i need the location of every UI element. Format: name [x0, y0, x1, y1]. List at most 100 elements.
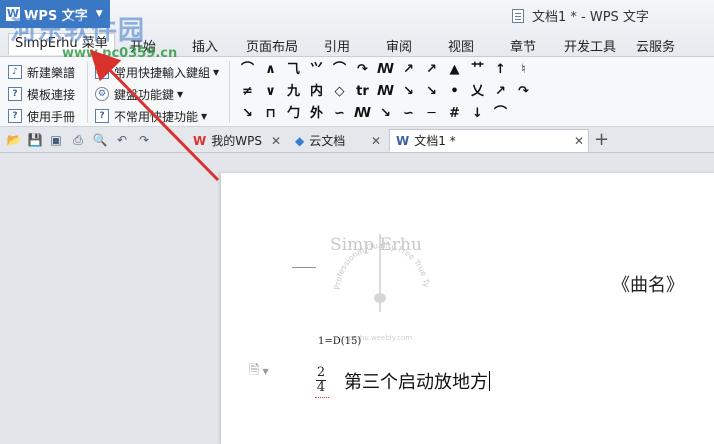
menu-tab-start[interactable]: 开始 [130, 36, 156, 55]
symbol-button[interactable]: ↷ [351, 59, 374, 81]
symbol-palette: ⌒ ∧ ⺄⺍ ⌒ ↷ ꟿ ↗ ↗ ▲ ⺿ ↑ ♮ ≠ ∨ 九内 ◇ tr ꟿ ↘ ↘ • 乂 ↗ ↷ ↘ ⊓ 勹外 ∽ ꟿ ↘ ∽ ─ # ↓ ⌒ [236, 59, 535, 125]
tab-label: 文档1 * [414, 134, 456, 148]
menu-tab-view[interactable]: 视图 [448, 36, 474, 55]
margin-marker [292, 267, 316, 268]
menu-tab-review[interactable]: 审阅 [386, 36, 412, 55]
symbol-button[interactable]: ∨ [259, 81, 282, 103]
gear-icon: ⚙ [95, 87, 109, 101]
redo-icon[interactable]: ↷ [136, 132, 152, 148]
symbol-button[interactable]: ↘ [397, 81, 420, 103]
new-score-label: 新建樂譜 [27, 65, 76, 80]
symbol-button[interactable]: ─ [420, 103, 443, 125]
symbol-button[interactable]: ꟿ [351, 103, 374, 125]
chevron-down-icon: ▼ [213, 67, 220, 77]
paragraph-options-icon[interactable]: 🗎 ▼ [249, 361, 269, 383]
chevron-down-icon: ▼ [201, 111, 208, 121]
keyboard-icon: ⌨ [95, 65, 109, 79]
symbol-button[interactable]: ≠ [236, 81, 259, 103]
symbol-button[interactable]: ∽ [397, 103, 420, 125]
ribbon-divider [229, 61, 230, 123]
menu-tab-insert[interactable]: 插入 [192, 36, 218, 55]
close-icon[interactable]: ✕ [574, 134, 584, 148]
title-bar: W WPS 文字 ▼ 文档1 * - WPS 文字 SimpErhu 菜单 开始… [0, 0, 714, 61]
symbol-button[interactable]: ↷ [512, 81, 535, 103]
symbol-button[interactable]: ♮ [512, 59, 535, 81]
print-preview-icon[interactable]: 🔍 [92, 132, 108, 148]
menu-tab-cloud[interactable]: 云服务 [636, 36, 675, 55]
help-icon: ? [95, 109, 109, 123]
document-text-line[interactable]: 第三个启动放地方 [344, 368, 490, 394]
symbol-button[interactable]: 勹 [282, 103, 305, 125]
tab-my-wps[interactable]: W 我的WPS ✕ [187, 129, 285, 152]
new-score-icon: ♪ [8, 65, 22, 79]
uncommon-shortcut-dropdown[interactable]: ? 不常用快捷功能 ▼ [95, 106, 207, 126]
symbol-button[interactable]: ↘ [374, 103, 397, 125]
ribbon-divider [87, 61, 88, 123]
open-folder-icon[interactable]: 📂 [6, 132, 22, 148]
symbol-button[interactable]: tr [351, 81, 374, 103]
symbol-button[interactable]: ⊓ [259, 103, 282, 125]
cloud-doc-icon: ◆ [295, 133, 305, 148]
user-manual-button[interactable]: ? 使用手冊 [8, 106, 75, 126]
document-page[interactable] [221, 173, 714, 444]
symbol-button[interactable]: ꟿ [374, 59, 397, 81]
window-title: 文档1 * - WPS 文字 [512, 6, 649, 25]
undo-icon[interactable]: ↶ [114, 132, 130, 148]
time-signature-bottom: 4 [316, 380, 326, 395]
document-icon: W [396, 133, 410, 148]
symbol-button[interactable]: ↗ [489, 81, 512, 103]
symbol-button[interactable]: ⌒ [328, 59, 351, 81]
menu-tab-developer[interactable]: 开发工具 [564, 36, 616, 55]
window-title-text: 文档1 * - WPS 文字 [532, 10, 649, 25]
user-manual-label: 使用手冊 [27, 109, 76, 124]
key-function-dropdown[interactable]: ⚙ 鍵盤功能鍵 ▼ [95, 84, 183, 104]
symbol-button[interactable]: 内 [305, 81, 328, 103]
symbol-button[interactable]: ∽ [328, 103, 351, 125]
symbol-button[interactable]: • [443, 81, 466, 103]
print-icon[interactable]: ⎙ [70, 132, 86, 148]
symbol-button[interactable]: ◇ [328, 81, 351, 103]
uncommon-shortcut-label: 不常用快捷功能 [114, 109, 199, 124]
ribbon: ♪ 新建樂譜 ? 模板連接 ? 使用手冊 ⌨ 常用快捷輸入鍵組 ▼ ⚙ 鍵盤功能… [0, 57, 714, 127]
add-tab-button[interactable]: + [594, 129, 609, 151]
symbol-button[interactable]: ⺄ [282, 59, 305, 81]
symbol-button[interactable]: ↘ [420, 81, 443, 103]
symbol-button[interactable]: ↗ [420, 59, 443, 81]
menu-tab-chapter[interactable]: 章节 [510, 36, 536, 55]
symbol-button[interactable]: 九 [282, 81, 305, 103]
symbol-button[interactable]: ▲ [443, 59, 466, 81]
time-signature: 2 4 [315, 366, 329, 398]
wps-menu-label: WPS 文字 [24, 8, 88, 24]
symbol-button[interactable]: ⺍ [305, 59, 328, 81]
symbol-button[interactable]: ⌒ [236, 59, 259, 81]
document-text: 第三个启动放地方 [344, 372, 488, 393]
symbol-button[interactable]: ↗ [397, 59, 420, 81]
symbol-button[interactable]: 外 [305, 103, 328, 125]
symbol-button[interactable]: 乂 [466, 81, 489, 103]
wps-menu-button[interactable]: W WPS 文字 ▼ [0, 0, 110, 28]
save-icon[interactable]: 💾 [27, 132, 43, 148]
symbol-button[interactable]: ꟿ [374, 81, 397, 103]
close-icon[interactable]: ✕ [271, 134, 281, 148]
symbol-button[interactable]: # [443, 103, 466, 125]
help-icon: ? [8, 109, 22, 123]
template-link-label: 模板連接 [27, 87, 76, 102]
new-score-button[interactable]: ♪ 新建樂譜 [8, 62, 75, 82]
tab-cloud-docs[interactable]: ◆ 云文档 ✕ [289, 129, 385, 152]
close-icon[interactable]: ✕ [371, 134, 381, 148]
template-link-button[interactable]: ? 模板連接 [8, 84, 75, 104]
common-shortcut-dropdown[interactable]: ⌨ 常用快捷輸入鍵組 ▼ [95, 62, 219, 82]
menu-tab-reference[interactable]: 引用 [324, 36, 350, 55]
wps-logo-icon: W [193, 133, 207, 148]
menu-tab-page-layout[interactable]: 页面布局 [246, 36, 298, 55]
symbol-button[interactable]: ⺿ [466, 59, 489, 81]
symbol-button[interactable]: ↘ [236, 103, 259, 125]
symbol-button[interactable]: ↓ [466, 103, 489, 125]
symbol-button[interactable]: ∧ [259, 59, 282, 81]
symbol-button[interactable]: ↑ [489, 59, 512, 81]
menu-tab-simperhu[interactable]: SimpErhu 菜单 [8, 33, 115, 55]
tab-document-1[interactable]: W 文档1 * ✕ [389, 129, 589, 152]
common-shortcut-label: 常用快捷輸入鍵組 [114, 65, 211, 80]
export-pdf-icon[interactable]: ▣ [48, 132, 64, 148]
symbol-button[interactable]: ⌒ [489, 103, 512, 125]
